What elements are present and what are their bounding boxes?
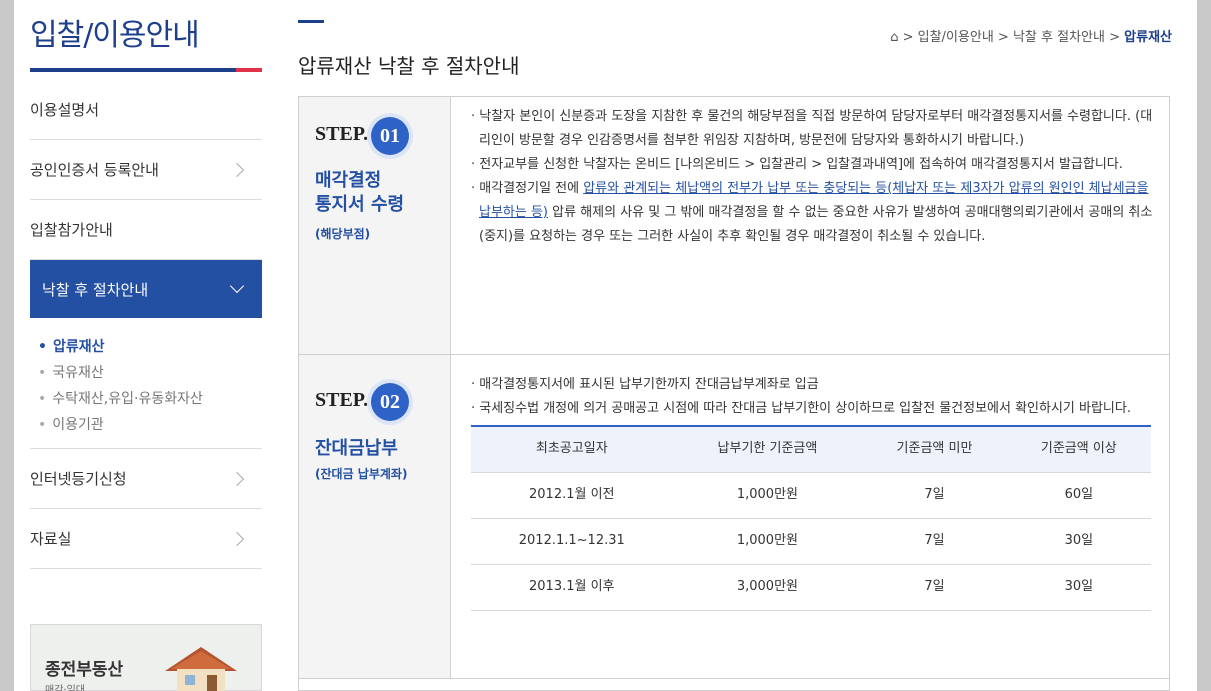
bullet-content: 낙찰자 본인이 신분증과 도장을 지참한 후 물건의 해당부점을 직접 방문하여… (479, 109, 1153, 148)
sidebar-item-certificate[interactable]: 공인인증서 등록안내 (30, 140, 262, 200)
table-header-cell: 최초공고일자 (471, 425, 673, 472)
chevron-down-icon (229, 278, 245, 294)
table-row: 2012.1월 이전 1,000만원 7일 60일 (471, 471, 1151, 518)
submenu-item-seized[interactable]: • 압류재산 (38, 334, 262, 360)
chevron-right-icon (229, 162, 245, 177)
step-number-badge: 01 (371, 117, 409, 155)
step-subtitle: (잔대금 납부계좌) (315, 467, 408, 481)
step-subtitle: (해당부점) (315, 227, 371, 241)
submenu-item-label: 이용기관 (52, 417, 104, 433)
table-cell: 2013.1월 이후 (471, 563, 673, 611)
table-header-cell: 기준금액 미만 (862, 425, 1007, 472)
step-2-body: · 매각결정통지서에 표시된 납부기한까지 잔대금납부계좌로 입금 · 국세징수… (451, 355, 1169, 611)
breadcrumb-separator: > (997, 30, 1009, 45)
table-header-cell: 납부기한 기준금액 (672, 425, 863, 472)
table-header-cell: 기준금액 이상 (1006, 425, 1151, 472)
step-2-header: STEP. 02 잔대금납부 (잔대금 납부계좌) (299, 355, 451, 678)
table-cell: 2012.1.1~12.31 (471, 517, 673, 564)
breadcrumb-item[interactable]: 입찰/이용안내 (918, 30, 994, 45)
step-title-line: 매각결정 (315, 170, 382, 191)
page-title: 압류재산 낙찰 후 절차안내 (298, 54, 520, 78)
table-cell: 1,000만원 (672, 471, 863, 518)
table-cell: 7일 (862, 563, 1007, 611)
step-1-body: · 낙찰자 본인이 신분증과 도장을 지참한 후 물건의 해당부점을 직접 방문… (451, 97, 1169, 249)
bullet-content: 국세징수법 개정에 의거 공매공고 시점에 따라 잔대금 납부기한이 상이하므로… (479, 401, 1131, 416)
table-cell: 60일 (1006, 471, 1151, 518)
sidebar-item-label: 이용설명서 (30, 101, 100, 119)
breadcrumb: ⌂ > 입찰/이용안내 > 낙찰 후 절차안내 > 압류재산 (890, 26, 1172, 45)
sidebar-item-internet-registry[interactable]: 인터넷등기신청 (30, 449, 262, 509)
sidebar: 입찰/이용안내 이용설명서 공인인증서 등록안내 입찰참가안내 낙찰 후 절차안… (14, 0, 264, 691)
bullet-text: · 낙찰자 본인이 신분증과 도장을 지참한 후 물건의 해당부점을 직접 방문… (471, 109, 1153, 148)
chevron-right-icon (229, 531, 245, 546)
sidebar-title: 입찰/이용안내 (30, 18, 200, 53)
submenu-item-label: 국유재산 (52, 365, 104, 381)
bullet-icon: • (38, 365, 47, 381)
table-header-row: 최초공고일자 납부기한 기준금액 기준금액 미만 기준금액 이상 (471, 425, 1151, 472)
step-1: STEP. 01 매각결정 통지서 수령 (해당부점) · 낙찰자 본인이 신분… (299, 97, 1169, 355)
sidebar-item-bidding-guide[interactable]: 입찰참가안내 (30, 200, 262, 260)
submenu: • 압류재산 • 국유재산 • 수탁재산,유입·유동화자산 • 이용기관 (30, 318, 262, 449)
bullet-text: · 매각결정통지서에 표시된 납부기한까지 잔대금납부계좌로 입금 (471, 377, 819, 392)
submenu-item-label: 수탁재산,유입·유동화자산 (52, 391, 203, 407)
bullet-icon: • (38, 391, 47, 407)
submenu-item-label: 압류재산 (52, 339, 105, 355)
underline-accent (236, 68, 262, 72)
sidebar-item-label: 공인인증서 등록안내 (30, 161, 159, 179)
bullet-content: 매각결정통지서에 표시된 납부기한까지 잔대금납부계좌로 입금 (479, 377, 819, 392)
house-icon (165, 647, 237, 691)
bullet-content: 압류 해제의 사유 및 그 밖에 매각결정을 할 수 없는 중요한 사유가 발생… (479, 205, 1153, 244)
sidebar-item-post-award[interactable]: 낙찰 후 절차안내 (30, 260, 262, 318)
sidebar-item-archive[interactable]: 자료실 (30, 509, 262, 569)
sidebar-item-label: 인터넷등기신청 (30, 470, 127, 488)
sidebar-item-label: 자료실 (30, 530, 72, 548)
payment-deadline-table: 최초공고일자 납부기한 기준금액 기준금액 미만 기준금액 이상 2012.1월… (471, 425, 1151, 611)
banner-title: 종전부동산 (45, 660, 124, 680)
table-row: 2012.1.1~12.31 1,000만원 7일 30일 (471, 517, 1151, 564)
sidebar-item-label: 낙찰 후 절차안내 (42, 280, 149, 299)
bullet-content: 전자교부를 신청한 낙찰자는 온비드 [나의온비드 > 입찰관리 > 입찰결과내… (479, 157, 1123, 172)
bullet-text: · 매각결정기일 전에 압류와 관계되는 체납액의 전부가 납부 또는 충당되는… (471, 181, 1153, 244)
table-cell: 30일 (1006, 517, 1151, 564)
step-number-badge: 02 (371, 383, 409, 421)
bullet-content: 매각결정기일 전에 (479, 181, 584, 196)
table-row: 2013.1월 이후 3,000만원 7일 30일 (471, 563, 1151, 611)
table-cell: 2012.1월 이전 (471, 471, 673, 518)
table-cell: 7일 (862, 471, 1007, 518)
step-1-header: STEP. 01 매각결정 통지서 수령 (해당부점) (299, 97, 451, 354)
bullet-text: · 전자교부를 신청한 낙찰자는 온비드 [나의온비드 > 입찰관리 > 입찰결… (471, 157, 1123, 172)
step-title-line: 통지서 수령 (315, 194, 405, 215)
chevron-right-icon (229, 471, 245, 486)
home-icon[interactable]: ⌂ (890, 30, 898, 45)
sidebar-item-manual[interactable]: 이용설명서 (30, 80, 262, 140)
breadcrumb-current: 압류재산 (1124, 30, 1172, 45)
bullet-icon: • (38, 417, 47, 433)
sidebar-title-underline (30, 68, 262, 72)
title-decoration (298, 20, 324, 23)
bullet-icon: • (38, 339, 47, 355)
promo-banner[interactable]: 종전부동산 매각·임대 (30, 624, 262, 691)
breadcrumb-item[interactable]: 낙찰 후 절차안내 (1013, 30, 1105, 45)
submenu-item-trust[interactable]: • 수탁재산,유입·유동화자산 (38, 386, 262, 412)
table-cell: 30일 (1006, 563, 1151, 611)
step-label: STEP. (315, 389, 369, 411)
banner-subtitle: 매각·임대 (45, 685, 85, 691)
bullet-text: · 국세징수법 개정에 의거 공매공고 시점에 따라 잔대금 납부기한이 상이하… (471, 401, 1131, 416)
sidebar-menu: 이용설명서 공인인증서 등록안내 입찰참가안내 낙찰 후 절차안내 • 압류재산 … (30, 80, 262, 569)
submenu-item-national[interactable]: • 국유재산 (38, 360, 262, 386)
step-title: 잔대금납부 (315, 438, 398, 459)
table-cell: 1,000만원 (672, 517, 863, 564)
steps-panel: STEP. 01 매각결정 통지서 수령 (해당부점) · 낙찰자 본인이 신분… (298, 96, 1170, 691)
table-cell: 3,000만원 (672, 563, 863, 611)
step-title: 매각결정 통지서 수령 (315, 169, 404, 217)
table-cell: 7일 (862, 517, 1007, 564)
sidebar-item-label: 입찰참가안내 (30, 221, 113, 239)
step-label: STEP. (315, 123, 369, 145)
breadcrumb-separator: > (1109, 30, 1121, 45)
submenu-item-institution[interactable]: • 이용기관 (38, 412, 262, 438)
breadcrumb-separator: > (902, 30, 914, 45)
step-2: STEP. 02 잔대금납부 (잔대금 납부계좌) · 매각결정통지서에 표시된… (299, 355, 1169, 679)
